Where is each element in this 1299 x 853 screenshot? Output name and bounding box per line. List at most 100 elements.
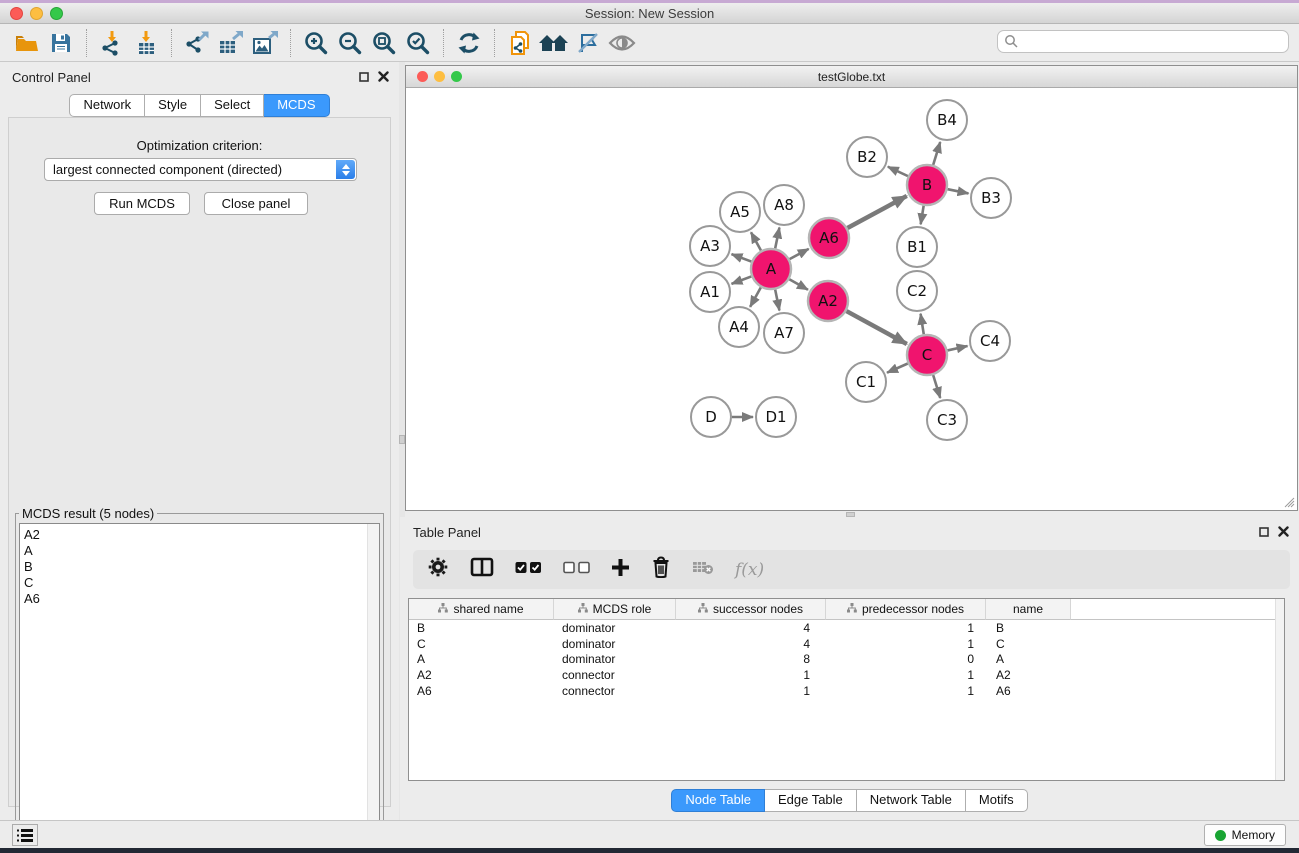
graph-node-A2[interactable]: A2 (808, 281, 848, 321)
graph-node-B3[interactable]: B3 (971, 178, 1011, 218)
mcds-result-item[interactable]: A2 (24, 527, 379, 543)
graph-edge-A-A4[interactable] (750, 287, 761, 306)
mcds-result-item[interactable]: A6 (24, 591, 379, 607)
open-session-icon[interactable] (10, 28, 44, 58)
tab-select[interactable]: Select (201, 94, 264, 117)
export-network-icon[interactable] (180, 28, 214, 58)
table-tab-edge-table[interactable]: Edge Table (765, 789, 857, 812)
table-scrollbar[interactable] (1275, 599, 1284, 780)
graph-node-C[interactable]: C (907, 335, 947, 375)
float-panel-icon[interactable] (1259, 527, 1269, 537)
graph-node-C3[interactable]: C3 (927, 400, 967, 440)
memory-button[interactable]: Memory (1204, 824, 1286, 846)
column-header-name[interactable]: name (986, 599, 1071, 620)
mcds-result-item[interactable]: A (24, 543, 379, 559)
table-header-row[interactable]: shared nameMCDS rolesuccessor nodesprede… (409, 599, 1284, 620)
graph-edge-A-A2[interactable] (789, 279, 808, 289)
tab-mcds[interactable]: MCDS (264, 94, 329, 117)
graph-edge-C-C4[interactable] (947, 346, 967, 350)
float-panel-icon[interactable] (359, 72, 369, 82)
delete-column-icon[interactable] (651, 556, 671, 583)
delete-table-icon[interactable] (692, 560, 714, 580)
graph-edge-A-A5[interactable] (751, 232, 761, 250)
table-tab-network-table[interactable]: Network Table (857, 789, 966, 812)
close-panel-icon[interactable] (378, 71, 389, 82)
graph-node-B1[interactable]: B1 (897, 227, 937, 267)
close-panel-icon[interactable] (1278, 526, 1289, 537)
graph-edge-A-A3[interactable] (732, 254, 752, 261)
zoom-out-icon[interactable] (333, 28, 367, 58)
column-header-shared-name[interactable]: shared name (409, 599, 554, 620)
graph-edge-A-A8[interactable] (775, 228, 779, 249)
graph-node-A8[interactable]: A8 (764, 185, 804, 225)
graph-node-B4[interactable]: B4 (927, 100, 967, 140)
graph-node-A[interactable]: A (751, 249, 791, 289)
graph-node-A5[interactable]: A5 (720, 192, 760, 232)
graph-node-B2[interactable]: B2 (847, 137, 887, 177)
graph-edge-A6-B[interactable] (847, 196, 906, 228)
import-network-icon[interactable] (95, 28, 129, 58)
save-session-icon[interactable] (44, 28, 78, 58)
add-column-icon[interactable] (611, 558, 630, 582)
mcds-result-item[interactable]: C (24, 575, 379, 591)
graph-node-A4[interactable]: A4 (719, 307, 759, 347)
tab-style[interactable]: Style (145, 94, 201, 117)
zoom-fit-icon[interactable] (367, 28, 401, 58)
mcds-result-item[interactable]: B (24, 559, 379, 575)
column-header-MCDS-role[interactable]: MCDS role (554, 599, 676, 620)
table-settings-icon[interactable] (427, 556, 449, 583)
graphics-details-icon[interactable] (605, 28, 639, 58)
graph-node-C4[interactable]: C4 (970, 321, 1010, 361)
clone-network-icon[interactable] (503, 28, 537, 58)
first-neighbors-icon[interactable] (537, 28, 571, 58)
select-all-icon[interactable] (515, 561, 542, 579)
tab-network[interactable]: Network (69, 94, 145, 117)
column-visibility-icon[interactable] (470, 557, 494, 582)
mcds-result-list[interactable]: A2ABCA6 (19, 523, 380, 849)
graph-edge-A2-C[interactable] (846, 311, 906, 344)
network-window-titlebar[interactable]: testGlobe.txt (406, 66, 1297, 88)
graph-edge-A-A6[interactable] (790, 249, 809, 259)
node-table[interactable]: shared nameMCDS rolesuccessor nodesprede… (408, 598, 1285, 781)
import-table-icon[interactable] (129, 28, 163, 58)
graph-node-D1[interactable]: D1 (756, 397, 796, 437)
graph-edge-B-B2[interactable] (888, 167, 908, 176)
table-tab-motifs[interactable]: Motifs (966, 789, 1028, 812)
table-row[interactable]: Adominator80A (409, 651, 1284, 667)
graph-edge-B-B4[interactable] (933, 142, 940, 165)
mcds-list-scrollbar[interactable] (367, 524, 379, 848)
graph-edge-C-C1[interactable] (887, 363, 908, 372)
graph-edge-B-B3[interactable] (948, 189, 969, 193)
graph-node-C1[interactable]: C1 (846, 362, 886, 402)
graph-edge-C-C3[interactable] (933, 375, 940, 398)
graph-node-A1[interactable]: A1 (690, 272, 730, 312)
hide-labels-icon[interactable] (571, 28, 605, 58)
graph-edge-A-A1[interactable] (732, 276, 752, 283)
close-panel-button[interactable]: Close panel (204, 192, 308, 215)
network-view-window[interactable]: testGlobe.txt B4B2BB3A8A5A6A3B1AC2A1A2A4… (405, 65, 1298, 511)
graph-node-C2[interactable]: C2 (897, 271, 937, 311)
table-row[interactable]: A6connector11A6 (409, 683, 1284, 699)
graph-edge-B-B1[interactable] (921, 206, 924, 225)
function-builder-icon[interactable]: f(x) (735, 560, 764, 580)
table-row[interactable]: Cdominator41C (409, 636, 1284, 652)
resize-grip-icon[interactable] (1283, 496, 1295, 508)
window-titlebar[interactable]: Session: New Session (0, 3, 1299, 24)
search-input[interactable] (997, 30, 1289, 53)
zoom-selected-icon[interactable] (401, 28, 435, 58)
optimization-criterion-dropdown[interactable]: largest connected component (directed) (44, 158, 357, 181)
export-table-icon[interactable] (214, 28, 248, 58)
graph-node-A7[interactable]: A7 (764, 313, 804, 353)
deselect-all-icon[interactable] (563, 561, 590, 579)
export-image-icon[interactable] (248, 28, 282, 58)
run-mcds-button[interactable]: Run MCDS (94, 192, 190, 215)
table-row[interactable]: A2connector11A2 (409, 667, 1284, 683)
network-graph[interactable]: B4B2BB3A8A5A6A3B1AC2A1A2A4A7C4CC1DD1C3 (406, 88, 1297, 510)
graph-node-D[interactable]: D (691, 397, 731, 437)
table-tab-node-table[interactable]: Node Table (671, 789, 765, 812)
zoom-in-icon[interactable] (299, 28, 333, 58)
graph-node-B[interactable]: B (907, 165, 947, 205)
graph-edge-C-C2[interactable] (921, 314, 924, 335)
apply-layout-icon[interactable] (452, 28, 486, 58)
graph-node-A6[interactable]: A6 (809, 218, 849, 258)
